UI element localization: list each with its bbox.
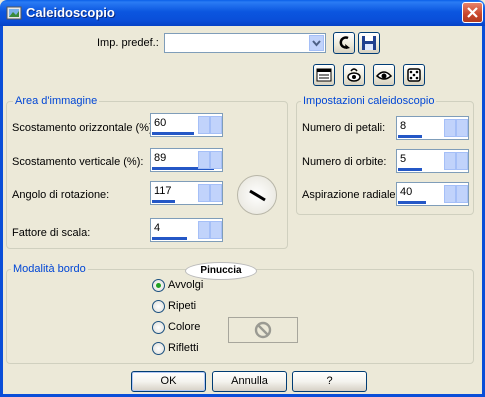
reset-preset-button[interactable] [333,32,355,54]
updown-arrow-icon[interactable] [444,119,456,137]
radial-suction-spinner[interactable]: 40 [396,182,469,206]
randomize-button[interactable] [403,64,425,86]
rotation-level-bar [152,200,175,203]
h-offset-level-bar [152,132,194,135]
preview-toggle-button[interactable] [313,64,335,86]
window-preview-icon [316,68,332,82]
chevron-down-icon[interactable] [456,119,468,137]
app-icon [6,6,22,20]
auto-proof-button[interactable] [373,64,395,86]
window-title: Caleidoscopio [26,5,115,20]
preset-label: Imp. predef.: [97,37,159,49]
dice-icon [407,68,421,82]
chevron-down-icon[interactable] [456,185,468,203]
petals-level-bar [398,135,422,138]
updown-arrow-icon[interactable] [198,184,210,202]
chevron-down-icon[interactable] [309,35,324,51]
close-icon [467,7,478,18]
v-offset-value: 89 [154,152,167,164]
chevron-down-icon[interactable] [210,116,222,134]
rotation-dial[interactable] [237,175,277,215]
v-offset-label: Scostamento verticale (%): [12,156,144,168]
petals-spinner[interactable]: 8 [396,116,469,140]
h-offset-value: 60 [154,117,167,129]
radial-suction-level-bar [398,201,426,204]
eye-icon [376,71,392,80]
petals-value: 8 [400,120,407,132]
radio-wrap[interactable] [152,279,165,292]
image-area-title: Area d'immagine [13,95,100,107]
updown-arrow-icon[interactable] [198,151,210,169]
radio-color[interactable] [152,321,165,334]
h-offset-spinner[interactable]: 60 [150,113,223,137]
eye-question-icon [347,68,361,82]
scale-spinner[interactable]: 4 [150,218,223,242]
updown-arrow-icon[interactable] [198,221,210,239]
proof-button[interactable] [343,64,365,86]
rotation-spinner[interactable]: 117 [150,181,223,205]
scale-label: Fattore di scala: [12,227,91,239]
radio-reflect-label: Rifletti [168,342,199,354]
color-swatch[interactable] [228,317,298,343]
v-offset-spinner[interactable]: 89 [150,148,223,172]
orbits-value: 5 [400,153,407,165]
save-preset-button[interactable] [358,32,380,54]
help-button[interactable]: ? [292,371,367,392]
scale-value: 4 [154,222,161,234]
radio-repeat-label: Ripeti [168,300,197,312]
no-entry-icon [254,321,272,339]
orbits-spinner[interactable]: 5 [396,149,469,173]
h-offset-label: Scostamento orizzontale (%): [12,122,156,134]
ok-button[interactable]: OK [131,371,206,392]
chevron-down-icon[interactable] [210,184,222,202]
chevron-down-icon[interactable] [456,152,468,170]
orbits-label: Numero di orbite: [302,156,387,168]
watermark-logo: Pinuccia [185,262,257,280]
updown-arrow-icon[interactable] [444,185,456,203]
updown-arrow-icon[interactable] [444,152,456,170]
radial-suction-label: Aspirazione radiale: [302,189,399,201]
undo-arrow-icon [339,36,350,49]
chevron-down-icon[interactable] [210,151,222,169]
cancel-button[interactable]: Annulla [212,371,287,392]
orbits-level-bar [398,168,422,171]
floppy-disk-icon [362,36,376,50]
updown-arrow-icon[interactable] [198,116,210,134]
watermark-text: Pinuccia [200,265,242,276]
title-bar[interactable]: Caleidoscopio [0,0,485,26]
rotation-value: 117 [154,185,172,197]
rotation-label: Angolo di rotazione: [12,189,110,201]
close-button[interactable] [462,2,483,23]
petals-label: Numero di petali: [302,122,386,134]
preset-dropdown[interactable] [164,33,326,53]
scale-level-bar [152,237,187,240]
rotation-needle-icon [249,189,266,202]
kaleido-settings-title: Impostazioni caleidoscopio [301,95,437,107]
radio-wrap-label: Avvolgi [168,279,204,291]
radio-repeat[interactable] [152,300,165,313]
edge-mode-title: Modalità bordo [11,263,88,275]
chevron-down-icon[interactable] [210,221,222,239]
radio-color-label: Colore [168,321,201,333]
radio-reflect[interactable] [152,342,165,355]
radial-suction-value: 40 [400,186,413,198]
